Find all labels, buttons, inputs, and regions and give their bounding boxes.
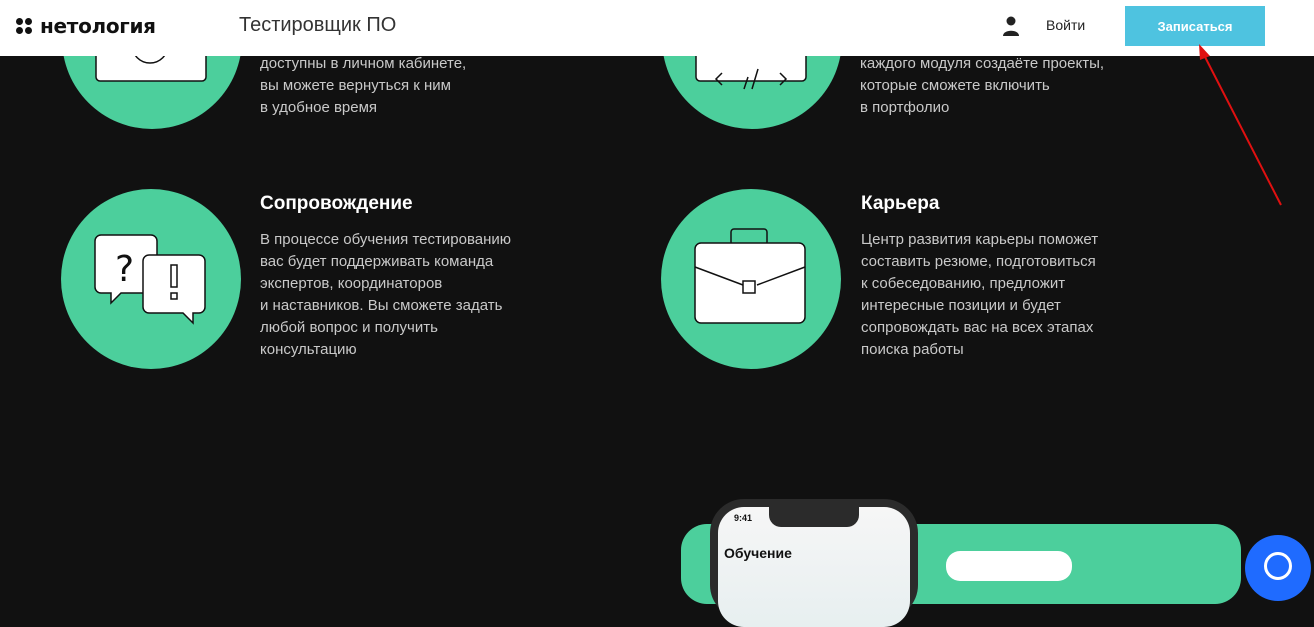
career-circle xyxy=(661,189,841,369)
logo-mark-icon xyxy=(16,18,32,34)
user-icon[interactable] xyxy=(1002,16,1020,36)
course-title: Тестировщик ПО xyxy=(239,14,397,36)
career-description: Центр развития карьеры поможет составить… xyxy=(861,231,1099,358)
site-header: нетология Тестировщик ПО Войти Записатьс… xyxy=(0,0,1314,56)
career-title: Карьера xyxy=(861,193,940,214)
phone-heading: Обучение xyxy=(724,545,792,561)
chat-icon[interactable] xyxy=(1245,535,1311,601)
logo-text: нетология xyxy=(40,14,156,38)
exclamation-bubble-icon xyxy=(142,254,206,325)
support-description: В процессе обучения тестированию вас буд… xyxy=(260,231,512,358)
app-store-button[interactable] xyxy=(946,551,1072,581)
phone-time: 9:41 xyxy=(734,513,753,523)
signup-button[interactable]: Записаться xyxy=(1125,6,1265,46)
projects-description: каждого модуля создаёте проекты, которые… xyxy=(860,55,1105,116)
support-circle: ? xyxy=(61,189,241,369)
lessons-description: доступны в личном кабинете, вы можете ве… xyxy=(260,55,467,116)
login-link[interactable]: Войти xyxy=(1046,17,1085,33)
phone-mockup: 9:41 Обучение xyxy=(710,499,918,627)
logo[interactable]: нетология xyxy=(16,14,156,38)
support-title: Сопровождение xyxy=(260,193,413,214)
phone-screen: 9:41 Обучение xyxy=(718,507,910,627)
phone-notch xyxy=(769,507,859,527)
briefcase-icon xyxy=(694,228,806,324)
